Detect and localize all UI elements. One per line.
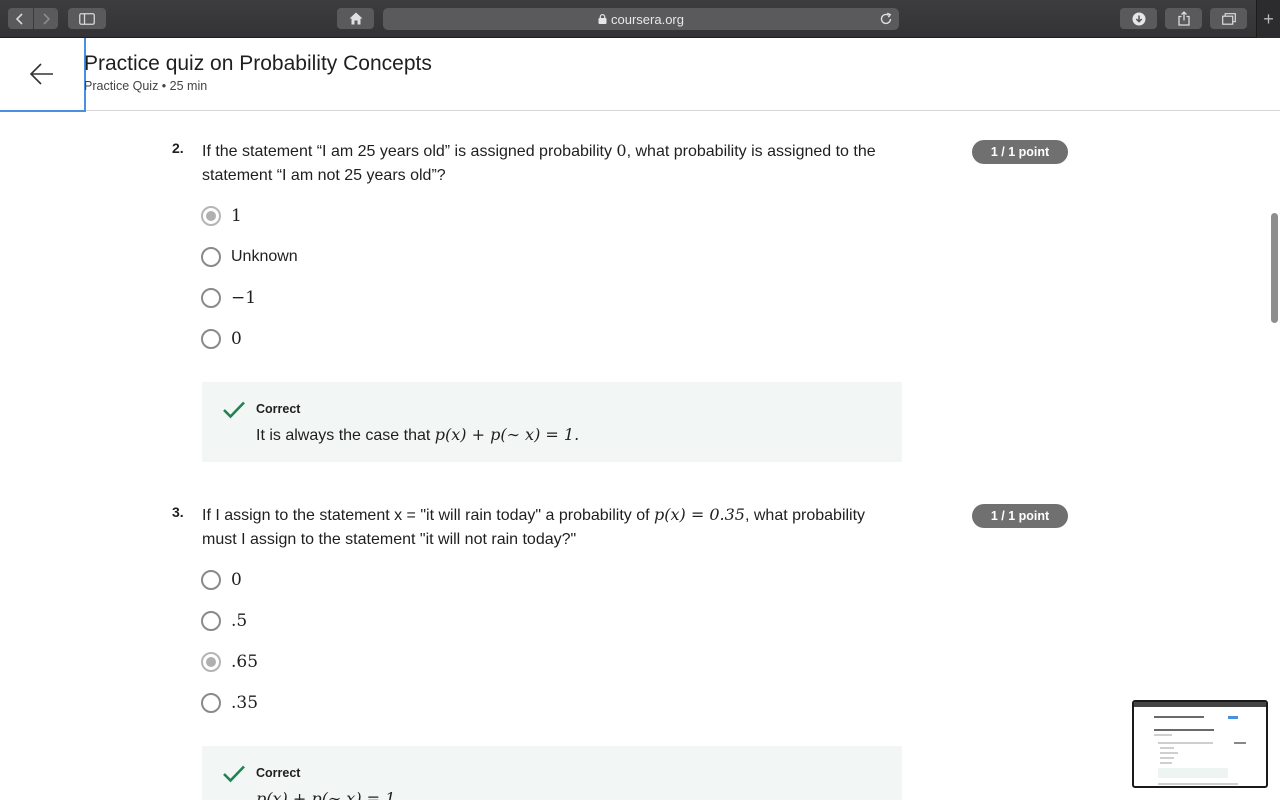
lock-icon [598, 14, 607, 24]
question-number: 2. [172, 140, 184, 156]
thumbnail-feedback [1158, 768, 1228, 778]
radio-button[interactable] [201, 570, 221, 590]
thumbnail-line [1154, 729, 1214, 731]
feedback-text: It is always the case that p(x) + p(∼ x)… [256, 425, 580, 444]
option-label: .35 [231, 693, 259, 713]
thumbnail-line [1158, 783, 1238, 785]
thumbnail-toolbar [1134, 702, 1266, 707]
thumbnail-chip [1228, 716, 1238, 719]
back-button[interactable] [0, 38, 86, 112]
chevron-right-icon [43, 12, 50, 25]
answer-option[interactable]: .5 [201, 610, 247, 632]
thumbnail-line [1160, 747, 1174, 749]
option-label: 0 [231, 570, 242, 590]
thumbnail-line [1160, 762, 1172, 764]
sidebar-icon [79, 12, 95, 25]
answer-option[interactable]: 1 [201, 205, 242, 227]
radio-button[interactable] [201, 652, 221, 672]
option-label: .5 [231, 611, 248, 631]
feedback-text: p(x) + p(∼ x) = 1 [256, 789, 396, 800]
quiz-content: 2. If the statement “I am 25 years old” … [0, 111, 1268, 800]
tabs-icon [1221, 12, 1236, 25]
screenshot-thumbnail[interactable] [1132, 700, 1268, 788]
chevron-left-icon [16, 12, 23, 25]
nav-buttons [8, 8, 58, 29]
browser-toolbar: coursera.org + [0, 0, 1280, 38]
feedback-box: Correct It is always the case that p(x) … [202, 382, 902, 462]
plus-icon: + [1263, 8, 1274, 29]
radio-button[interactable] [201, 288, 221, 308]
thumbnail-line [1154, 734, 1172, 736]
home-button[interactable] [337, 8, 374, 29]
reload-icon[interactable] [879, 12, 893, 26]
option-label: 0 [231, 329, 242, 349]
tab-overview-button[interactable] [1210, 8, 1247, 29]
answer-option[interactable]: .35 [201, 692, 258, 714]
checkmark-icon [223, 401, 245, 419]
option-label: 1 [231, 206, 242, 226]
thumbnail-line [1158, 742, 1213, 744]
page-title: Practice quiz on Probability Concepts [84, 52, 432, 75]
feedback-box: Correct p(x) + p(∼ x) = 1 [202, 746, 902, 800]
thumbnail-line [1160, 757, 1174, 759]
radio-button[interactable] [201, 247, 221, 267]
question-number: 3. [172, 504, 184, 520]
back-nav-button[interactable] [8, 8, 33, 29]
question-text: If I assign to the statement x = "it wil… [202, 505, 866, 548]
home-icon [349, 12, 362, 25]
points-badge: 1 / 1 point [972, 140, 1068, 164]
thumbnail-line [1160, 752, 1178, 754]
radio-button[interactable] [201, 206, 221, 226]
share-icon [1177, 11, 1190, 26]
thumbnail-line [1234, 742, 1246, 744]
radio-button[interactable] [201, 611, 221, 631]
feedback-title: Correct [256, 402, 301, 416]
quiz-header: Practice quiz on Probability Concepts Pr… [0, 38, 1280, 112]
downloads-button[interactable] [1120, 8, 1157, 29]
question-3: 3. If I assign to the statement x = "it … [172, 503, 1072, 800]
download-icon [1132, 12, 1145, 25]
feedback-title: Correct [256, 766, 301, 780]
question-text: If the statement “I am 25 years old” is … [202, 141, 876, 184]
scrollbar-thumb[interactable] [1271, 213, 1278, 323]
page-scrollbar[interactable] [1268, 111, 1280, 800]
answer-option[interactable]: Unknown [201, 246, 298, 268]
thumbnail-line [1154, 716, 1204, 718]
question-2: 2. If the statement “I am 25 years old” … [172, 139, 1072, 469]
sidebar-button[interactable] [68, 8, 106, 29]
forward-nav-button[interactable] [32, 8, 59, 29]
address-bar[interactable]: coursera.org [383, 8, 899, 30]
points-badge: 1 / 1 point [972, 504, 1068, 528]
new-tab-button[interactable]: + [1256, 0, 1280, 38]
answer-option[interactable]: 0 [201, 328, 242, 350]
url-text: coursera.org [611, 11, 684, 27]
option-label: .65 [231, 652, 259, 672]
option-label: Unknown [231, 248, 298, 265]
arrow-left-icon [29, 63, 53, 85]
radio-button[interactable] [201, 693, 221, 713]
checkmark-icon [223, 765, 245, 783]
radio-button[interactable] [201, 329, 221, 349]
answer-option[interactable]: 0 [201, 569, 242, 591]
share-button[interactable] [1165, 8, 1202, 29]
answer-option[interactable]: .65 [201, 651, 258, 673]
answer-option[interactable]: −1 [201, 287, 256, 309]
page-subtitle: Practice Quiz • 25 min [84, 79, 208, 93]
option-label: −1 [231, 288, 257, 308]
